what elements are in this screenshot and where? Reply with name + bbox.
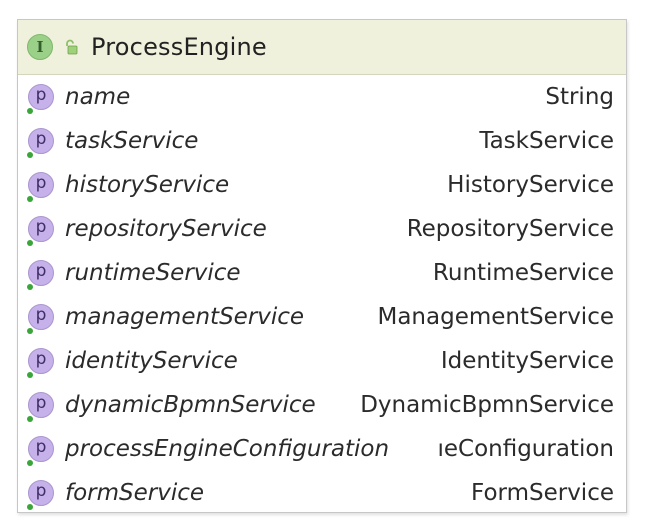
property-name: formService xyxy=(65,480,205,506)
property-row[interactable]: p historyService HistoryService xyxy=(18,163,626,207)
public-visibility-icon xyxy=(27,372,33,378)
public-visibility-icon xyxy=(27,196,33,202)
public-visibility-icon xyxy=(27,328,33,334)
public-visibility-icon xyxy=(27,504,33,510)
property-type: TaskService xyxy=(479,128,614,154)
property-row[interactable]: p dynamicBpmnService DynamicBpmnService xyxy=(18,383,626,427)
property-icon: p xyxy=(28,84,54,110)
property-icon: p xyxy=(28,128,54,154)
property-name: taskService xyxy=(65,128,199,154)
public-visibility-icon xyxy=(27,284,33,290)
property-row[interactable]: p name String xyxy=(18,75,626,119)
property-icon: p xyxy=(28,348,54,374)
property-row[interactable]: p taskService TaskService xyxy=(18,119,626,163)
property-type: HistoryService xyxy=(447,172,614,198)
property-type: ıeConfiguration xyxy=(437,436,614,462)
property-type: String xyxy=(545,84,614,110)
property-name: processEngineConfiguration xyxy=(65,436,390,462)
class-header: I ProcessEngine xyxy=(18,20,626,75)
property-name: dynamicBpmnService xyxy=(65,392,316,418)
property-name: runtimeService xyxy=(65,260,241,286)
property-icon: p xyxy=(28,304,54,330)
property-row[interactable]: p processEngineConfiguration ıeConfigura… xyxy=(18,427,626,471)
uml-class-box: I ProcessEngine p name String p taskServ… xyxy=(17,19,627,513)
property-icon: p xyxy=(28,436,54,462)
property-row[interactable]: p runtimeService RuntimeService xyxy=(18,251,626,295)
class-title: ProcessEngine xyxy=(91,33,267,61)
property-type: RuntimeService xyxy=(432,260,614,286)
property-type: IdentityService xyxy=(440,348,614,374)
property-type: ManagementService xyxy=(377,304,614,330)
property-type: RepositoryService xyxy=(406,216,614,242)
property-icon: p xyxy=(28,392,54,418)
public-visibility-icon xyxy=(27,460,33,466)
property-type: FormService xyxy=(471,480,614,506)
property-row[interactable]: p formService FormService xyxy=(18,471,626,515)
public-visibility-icon xyxy=(27,108,33,114)
property-name: historyService xyxy=(65,172,230,198)
property-icon: p xyxy=(28,480,54,506)
property-type: DynamicBpmnService xyxy=(360,392,614,418)
lock-icon xyxy=(63,38,79,56)
property-row[interactable]: p identityService IdentityService xyxy=(18,339,626,383)
property-list: p name String p taskService TaskService … xyxy=(18,75,626,515)
property-name: managementService xyxy=(65,304,305,330)
property-row[interactable]: p managementService ManagementService xyxy=(18,295,626,339)
property-name: identityService xyxy=(65,348,238,374)
public-visibility-icon xyxy=(27,416,33,422)
property-icon: p xyxy=(28,216,54,242)
property-name: repositoryService xyxy=(65,216,267,242)
public-visibility-icon xyxy=(27,240,33,246)
public-visibility-icon xyxy=(27,152,33,158)
property-icon: p xyxy=(28,260,54,286)
property-icon: p xyxy=(28,172,54,198)
interface-icon: I xyxy=(27,34,53,60)
property-row[interactable]: p repositoryService RepositoryService xyxy=(18,207,626,251)
property-name: name xyxy=(65,84,131,110)
